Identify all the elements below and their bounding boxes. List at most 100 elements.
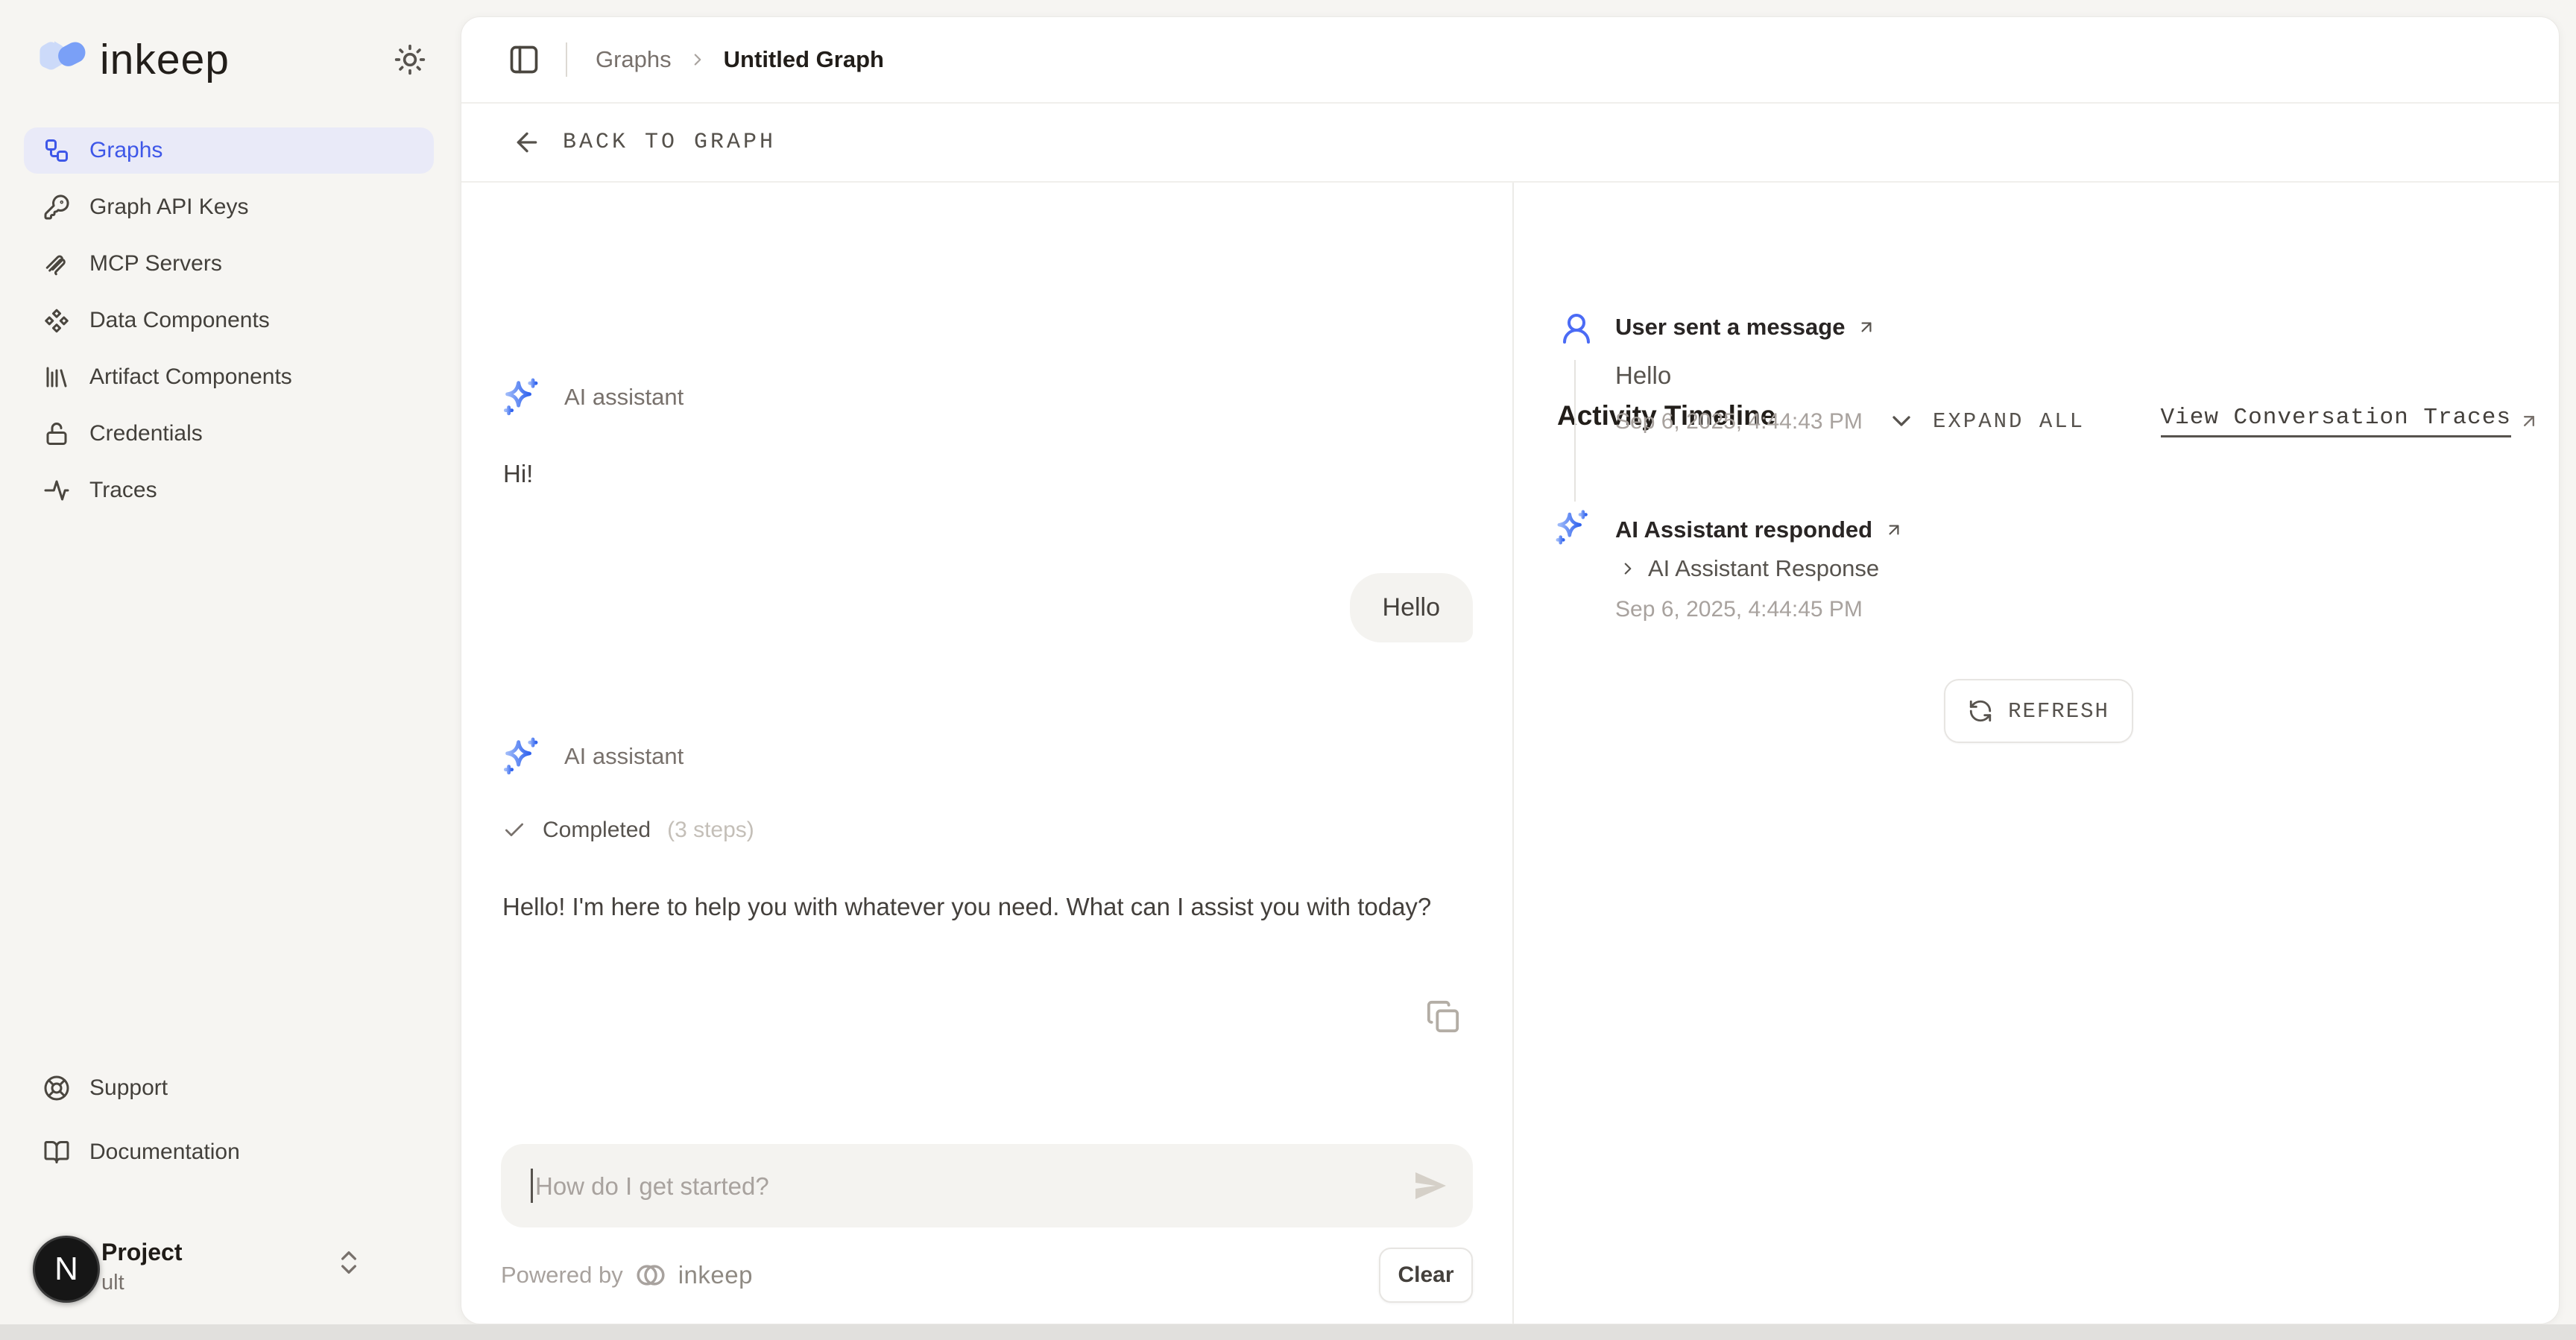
chevron-down-icon[interactable] xyxy=(1887,406,1916,436)
mcp-icon xyxy=(43,250,70,277)
back-to-graph-button[interactable]: BACK TO GRAPH xyxy=(461,104,2559,183)
expand-all-button[interactable]: EXPAND ALL xyxy=(1933,409,2085,434)
sidebar-item-label: Support xyxy=(89,1075,168,1101)
assistant-message-header: AI assistant xyxy=(499,376,684,419)
chat-input[interactable] xyxy=(534,1144,1383,1229)
powered-by-label: Powered by xyxy=(501,1262,623,1289)
avatar-n-badge[interactable]: N xyxy=(33,1236,100,1303)
sidebar-item-credentials[interactable]: Credentials xyxy=(24,411,434,457)
view-traces-label: View Conversation Traces xyxy=(2161,405,2511,437)
activity-timeline-panel: Activity Timeline EXPAND ALL View Conver… xyxy=(1514,183,2559,1324)
view-conversation-traces-link[interactable]: View Conversation Traces xyxy=(2161,405,2539,437)
powered-brand: inkeep xyxy=(678,1261,753,1289)
text-caret xyxy=(531,1169,533,1203)
key-icon xyxy=(43,194,70,221)
expander-label: AI Assistant Response xyxy=(1648,555,1879,582)
book-open-icon xyxy=(43,1139,70,1166)
lock-icon xyxy=(43,420,70,447)
breadcrumb-parent[interactable]: Graphs xyxy=(596,46,672,73)
event-title: User sent a message xyxy=(1615,314,1845,341)
sidebar-item-label: MCP Servers xyxy=(89,251,222,276)
workflow-icon xyxy=(43,137,70,164)
arrow-up-right-icon xyxy=(1884,520,1904,540)
chat-footer: Powered by inkeep Clear xyxy=(501,1247,1473,1303)
header-divider xyxy=(566,42,567,77)
timeline-connector xyxy=(1574,360,1576,502)
arrow-up-right-icon xyxy=(2519,411,2539,432)
sidebar-item-label: Traces xyxy=(89,478,157,503)
arrow-left-icon xyxy=(512,127,542,157)
sidebar-item-data-components[interactable]: Data Components xyxy=(24,297,434,344)
inkeep-logo-icon xyxy=(39,38,88,81)
sidebar-header: inkeep xyxy=(39,33,428,86)
user-message-bubble: Hello xyxy=(1350,573,1473,642)
panel-left-toggle-icon[interactable] xyxy=(508,43,540,76)
activity-icon xyxy=(43,477,70,504)
chevron-right-icon xyxy=(688,50,707,69)
refresh-icon xyxy=(1968,698,1993,724)
sidebar-item-support[interactable]: Support xyxy=(24,1064,434,1112)
sun-icon xyxy=(394,43,426,76)
sidebar-item-label: Data Components xyxy=(89,308,270,333)
chevron-right-icon xyxy=(1618,559,1638,578)
inkeep-outline-icon xyxy=(635,1260,666,1291)
status-label: Completed xyxy=(543,818,651,843)
timeline-event-link[interactable]: AI Assistant responded xyxy=(1615,516,1904,543)
event-title: AI Assistant responded xyxy=(1615,516,1872,543)
send-icon[interactable] xyxy=(1412,1168,1448,1204)
sparkles-icon xyxy=(499,735,542,778)
library-icon xyxy=(43,364,70,391)
project-info: Project ult xyxy=(101,1239,182,1295)
assistant-message: Hello! I'm here to help you with whateve… xyxy=(502,886,1479,927)
sidebar-item-artifact-components[interactable]: Artifact Components xyxy=(24,354,434,400)
clear-label: Clear xyxy=(1398,1262,1453,1288)
sidebar-item-label: Artifact Components xyxy=(89,364,292,390)
main-card: Graphs Untitled Graph BACK TO GRAPH AI a… xyxy=(461,16,2560,1324)
assistant-message: Hi! xyxy=(503,460,533,488)
breadcrumb: Graphs Untitled Graph xyxy=(596,46,884,73)
window-bottom-edge xyxy=(0,1324,2576,1340)
sidebar-item-documentation[interactable]: Documentation xyxy=(24,1128,434,1176)
inkeep-wordmark: inkeep xyxy=(100,35,230,84)
sidebar-item-label: Documentation xyxy=(89,1140,240,1165)
sidebar: inkeep Graphs Graph API Keys MCP Servers… xyxy=(0,0,461,1340)
chat-input-box xyxy=(501,1144,1473,1227)
sidebar-item-label: Credentials xyxy=(89,421,203,446)
status-steps: (3 steps) xyxy=(667,818,754,843)
sidebar-item-mcp-servers[interactable]: MCP Servers xyxy=(24,241,434,287)
arrow-up-right-icon xyxy=(1857,317,1876,337)
breadcrumb-current: Untitled Graph xyxy=(724,46,884,73)
back-to-graph-label: BACK TO GRAPH xyxy=(563,130,776,155)
timeline-event-link[interactable]: User sent a message xyxy=(1615,314,1876,341)
sidebar-item-label: Graphs xyxy=(89,138,162,163)
sidebar-item-label: Graph API Keys xyxy=(89,195,248,220)
chat-panel: AI assistant Hi! Hello AI assistant Comp… xyxy=(461,183,1514,1324)
sidebar-item-traces[interactable]: Traces xyxy=(24,467,434,513)
card-content: AI assistant Hi! Hello AI assistant Comp… xyxy=(461,183,2559,1324)
theme-toggle-button[interactable] xyxy=(392,42,428,78)
inkeep-logo[interactable]: inkeep xyxy=(39,35,230,84)
event-timestamp: Sep 6, 2025, 4:44:45 PM xyxy=(1615,597,1863,622)
sidebar-item-graph-api-keys[interactable]: Graph API Keys xyxy=(24,184,434,230)
clear-button[interactable]: Clear xyxy=(1379,1248,1473,1303)
check-icon xyxy=(502,818,526,842)
assistant-label: AI assistant xyxy=(564,743,684,770)
chevrons-up-down-icon xyxy=(334,1248,364,1277)
event-body: Hello xyxy=(1615,361,1671,390)
refresh-label: REFRESH xyxy=(2008,699,2109,724)
sparkles-icon xyxy=(1551,508,1591,548)
response-expander[interactable]: AI Assistant Response xyxy=(1618,555,1879,582)
avatar-letter: N xyxy=(54,1251,78,1288)
life-buoy-icon xyxy=(43,1075,70,1102)
copy-icon[interactable] xyxy=(1426,999,1460,1034)
project-subtitle: ult xyxy=(101,1271,182,1295)
refresh-button[interactable]: REFRESH xyxy=(1944,679,2133,743)
project-name: Project xyxy=(101,1239,182,1266)
completion-status[interactable]: Completed (3 steps) xyxy=(502,818,754,843)
event-timestamp: Sep 6, 2025, 4:44:43 PM xyxy=(1615,409,1863,434)
card-header: Graphs Untitled Graph xyxy=(461,17,2559,104)
sidebar-item-graphs[interactable]: Graphs xyxy=(24,127,434,174)
sidebar-nav: Graphs Graph API Keys MCP Servers Data C… xyxy=(24,127,434,513)
assistant-message-header: AI assistant xyxy=(499,735,684,778)
powered-by[interactable]: Powered by inkeep xyxy=(501,1260,753,1291)
